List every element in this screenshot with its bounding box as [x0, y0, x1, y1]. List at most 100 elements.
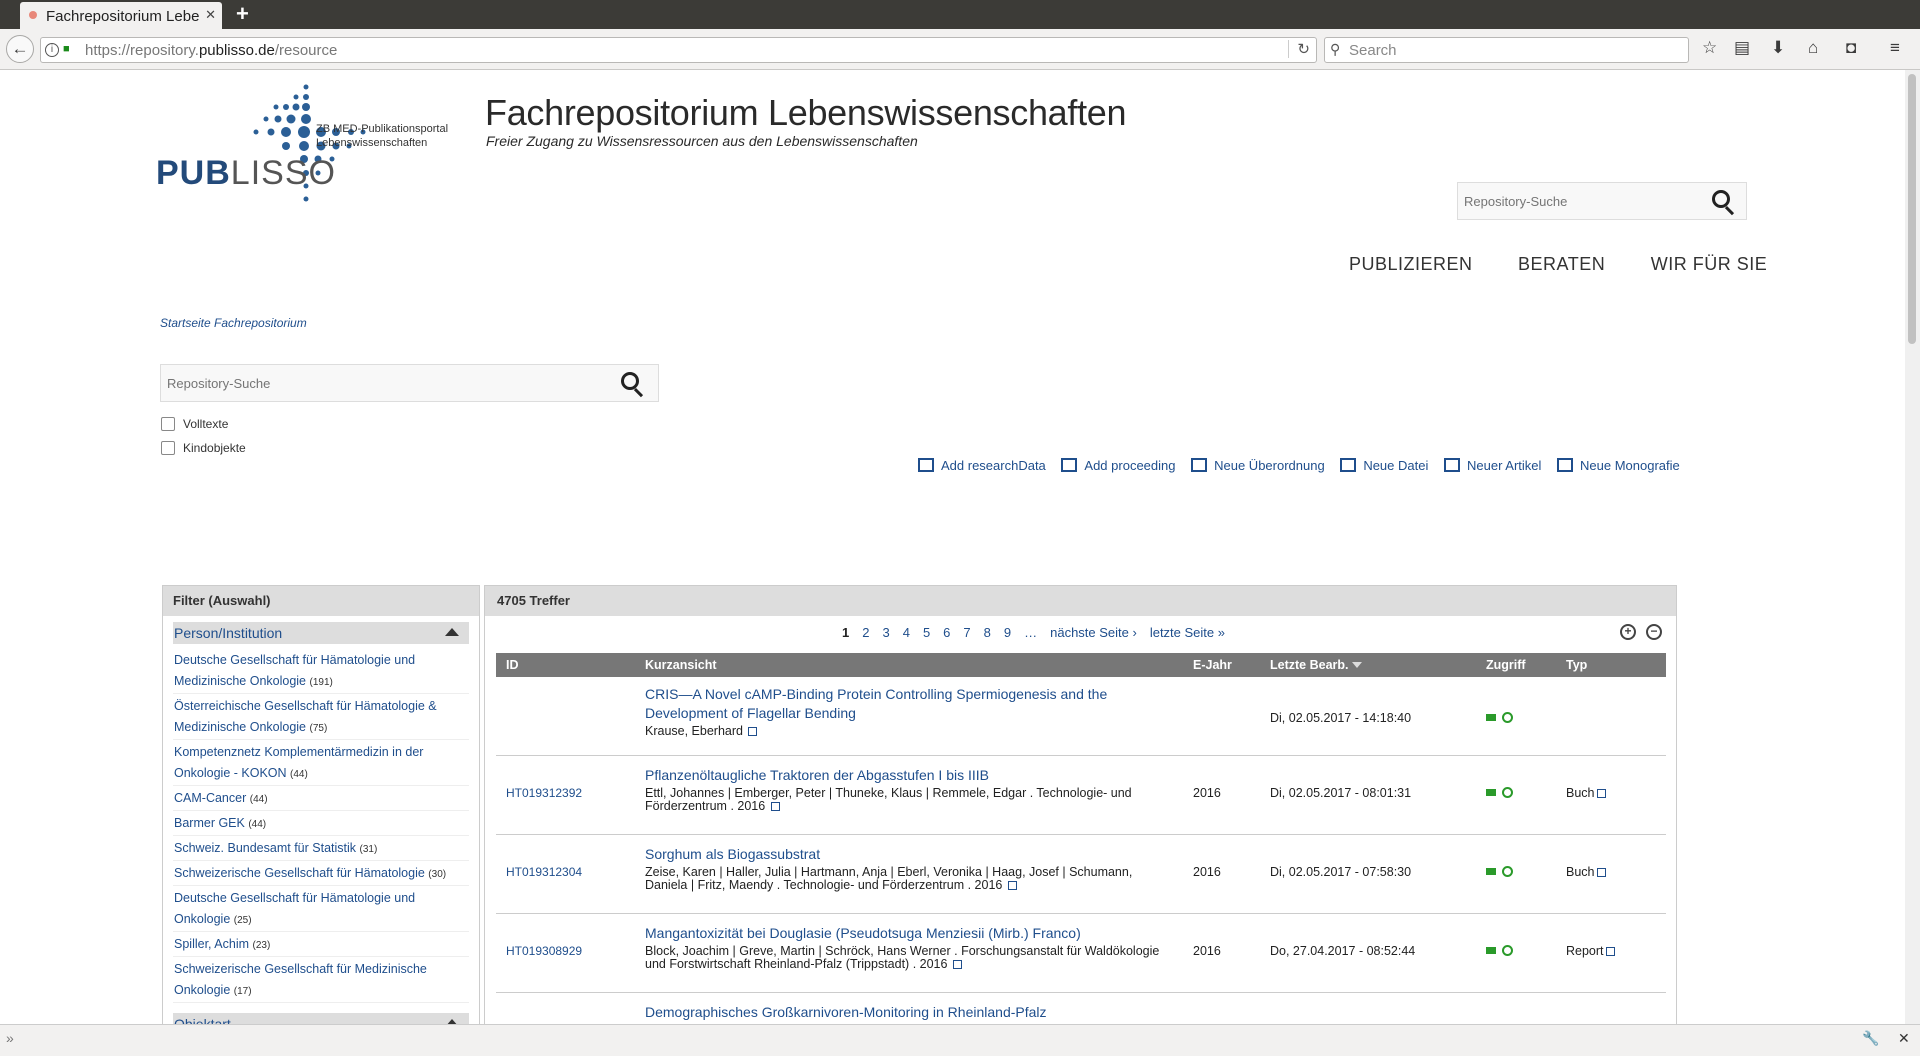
volltexte-option[interactable]: Volltexte — [161, 417, 228, 431]
nav-publizieren[interactable]: PUBLIZIEREN — [1349, 254, 1473, 274]
scrollbar-thumb[interactable] — [1908, 74, 1916, 344]
record-id-link[interactable]: HT019308929 — [506, 944, 582, 958]
external-link-icon[interactable] — [952, 959, 962, 969]
collapse-icon[interactable] — [445, 628, 459, 636]
facet-item[interactable]: Kompetenznetz Komplementärmedizin in der… — [173, 740, 469, 786]
page-link[interactable]: 2 — [862, 625, 869, 640]
header-search-input[interactable] — [1464, 194, 1694, 209]
col-zugriff[interactable]: Zugriff — [1476, 653, 1556, 677]
page-link[interactable]: 8 — [984, 625, 991, 640]
facet-item[interactable]: Österreichische Gesellschaft für Hämatol… — [173, 694, 469, 740]
record-title-link[interactable]: Sorghum als Biogassubstrat — [645, 845, 1173, 864]
search-icon[interactable] — [1712, 190, 1736, 216]
addon-bar-arrow-icon[interactable]: » — [6, 1030, 14, 1046]
col-typ[interactable]: Typ — [1556, 653, 1666, 677]
parent-icon — [1191, 458, 1208, 472]
next-page-link[interactable]: nächste Seite › — [1050, 625, 1137, 640]
add-research-data-link[interactable]: Add researchData — [918, 458, 1046, 473]
reload-icon[interactable]: ↻ — [1288, 40, 1310, 58]
cell-access — [1476, 992, 1556, 1024]
record-title-link[interactable]: CRIS—A Novel cAMP-Binding Protein Contro… — [645, 685, 1173, 723]
page-scrollbar[interactable] — [1905, 70, 1920, 1024]
cell-year: 2016 — [1183, 755, 1260, 835]
reading-list-icon[interactable]: ▤ — [1734, 38, 1750, 58]
download-icon[interactable]: ⬇ — [1771, 38, 1785, 58]
kindobjekte-checkbox[interactable] — [161, 441, 175, 455]
wrench-icon[interactable]: 🔧 — [1862, 1030, 1879, 1047]
action-links: Add researchData Add proceeding Neue Übe… — [918, 458, 1692, 473]
page-link[interactable]: … — [1024, 625, 1037, 640]
facet-item[interactable]: Spiller, Achim (23) — [173, 932, 469, 957]
facet-count: (75) — [309, 723, 328, 734]
new-monograph-link[interactable]: Neue Monografie — [1557, 458, 1680, 473]
cell-type: Buch — [1556, 755, 1666, 835]
page-link[interactable]: 7 — [963, 625, 970, 640]
last-page-link[interactable]: letzte Seite » — [1150, 625, 1225, 640]
external-link-icon[interactable] — [1596, 788, 1606, 798]
col-id[interactable]: ID — [496, 653, 635, 677]
col-e-jahr[interactable]: E-Jahr — [1183, 653, 1260, 677]
record-title-link[interactable]: Pflanzenöltaugliche Traktoren der Abgass… — [645, 766, 1173, 785]
facet-person-institution[interactable]: Person/Institution — [173, 622, 469, 644]
menu-icon[interactable]: ≡ — [1890, 38, 1900, 58]
close-tab-icon[interactable]: ✕ — [205, 7, 216, 23]
external-link-icon[interactable] — [770, 801, 780, 811]
back-button[interactable]: ← — [6, 35, 34, 63]
info-icon[interactable]: i — [45, 43, 59, 57]
new-file-link[interactable]: Neue Datei — [1340, 458, 1428, 473]
page-link[interactable]: 6 — [943, 625, 950, 640]
browser-search-input[interactable]: ⚲ Search — [1324, 37, 1689, 63]
home-icon[interactable]: ⌂ — [1808, 38, 1818, 58]
add-proceeding-link[interactable]: Add proceeding — [1061, 458, 1175, 473]
external-link-icon[interactable] — [748, 727, 758, 736]
facet-item[interactable]: CAM-Cancer (44) — [173, 786, 469, 811]
col-letzte-bearb[interactable]: Letzte Bearb. — [1260, 653, 1476, 677]
cell-access — [1476, 913, 1556, 993]
page-current[interactable]: 1 — [842, 625, 849, 640]
breadcrumb[interactable]: Startseite Fachrepositorium — [160, 316, 307, 330]
facet-objektart[interactable]: Objektart — [173, 1013, 469, 1024]
facet-item[interactable]: Deutsche Gesellschaft für Hämatologie un… — [173, 886, 469, 932]
volltexte-checkbox[interactable] — [161, 417, 175, 431]
table-header-row: ID Kurzansicht E-Jahr Letzte Bearb. Zugr… — [496, 653, 1666, 677]
facet-item[interactable]: Schweizerische Gesellschaft für Hämatolo… — [173, 861, 469, 886]
page-link[interactable]: 4 — [903, 625, 910, 640]
cell-edited: Do, 27.04.2017 - 08:51:01 — [1260, 992, 1476, 1024]
results-count: 4705 Treffer — [485, 586, 1676, 616]
pocket-icon[interactable]: ◘ — [1846, 38, 1856, 58]
col-kurzansicht[interactable]: Kurzansicht — [635, 653, 1183, 677]
search-icon[interactable] — [621, 372, 645, 398]
page-link[interactable]: 5 — [923, 625, 930, 640]
facet-item[interactable]: Schweizerische Gesellschaft für Medizini… — [173, 957, 469, 1003]
zoom-out-icon[interactable]: − — [1646, 624, 1662, 640]
facet-item[interactable]: Deutsche Gesellschaft für Hämatologie un… — [173, 648, 469, 694]
repository-search-input[interactable] — [167, 376, 587, 391]
browser-tab[interactable]: Fachrepositorium Lebe ✕ — [20, 2, 222, 29]
nav-beraten[interactable]: BERATEN — [1518, 254, 1605, 274]
publisso-logo[interactable]: PUBLISSO ZB MED-Publikationsportal Leben… — [156, 82, 456, 217]
kindobjekte-option[interactable]: Kindobjekte — [161, 441, 246, 455]
record-title-link[interactable]: Demographisches Großkarnivoren-Monitorin… — [645, 1003, 1173, 1022]
zoom-in-icon[interactable]: + — [1620, 624, 1636, 640]
facet-count: (44) — [249, 794, 268, 805]
page-link[interactable]: 3 — [882, 625, 889, 640]
record-title-link[interactable]: Mangantoxizität bei Douglasie (Pseudotsu… — [645, 924, 1173, 943]
url-bar[interactable]: i ■ https://repository.publisso.de/resou… — [40, 37, 1317, 63]
external-link-icon[interactable] — [1596, 867, 1606, 877]
record-id-link[interactable]: HT019312304 — [506, 865, 582, 879]
url-text: https://repository.publisso.de/resource — [85, 42, 338, 59]
new-parent-link[interactable]: Neue Überordnung — [1191, 458, 1325, 473]
close-icon[interactable]: ✕ — [1898, 1030, 1910, 1047]
page-link[interactable]: 9 — [1004, 625, 1011, 640]
new-article-link[interactable]: Neuer Artikel — [1443, 458, 1541, 473]
record-id-link[interactable]: HT019312392 — [506, 786, 582, 800]
bookmark-star-icon[interactable]: ☆ — [1702, 38, 1717, 58]
external-link-icon[interactable] — [1007, 880, 1017, 890]
new-tab-button[interactable]: + — [236, 1, 249, 27]
facet-item[interactable]: Barmer GEK (44) — [173, 811, 469, 836]
table-row: HT019312304 Sorghum als Biogassubstrat Zei… — [496, 834, 1666, 914]
facet-item[interactable]: Schweiz. Bundesamt für Statistik (31) — [173, 836, 469, 861]
cell-kurzansicht: Pflanzenöltaugliche Traktoren der Abgass… — [635, 755, 1183, 835]
external-link-icon[interactable] — [1605, 946, 1615, 956]
nav-wir-fuer-sie[interactable]: WIR FÜR SIE — [1651, 254, 1768, 274]
